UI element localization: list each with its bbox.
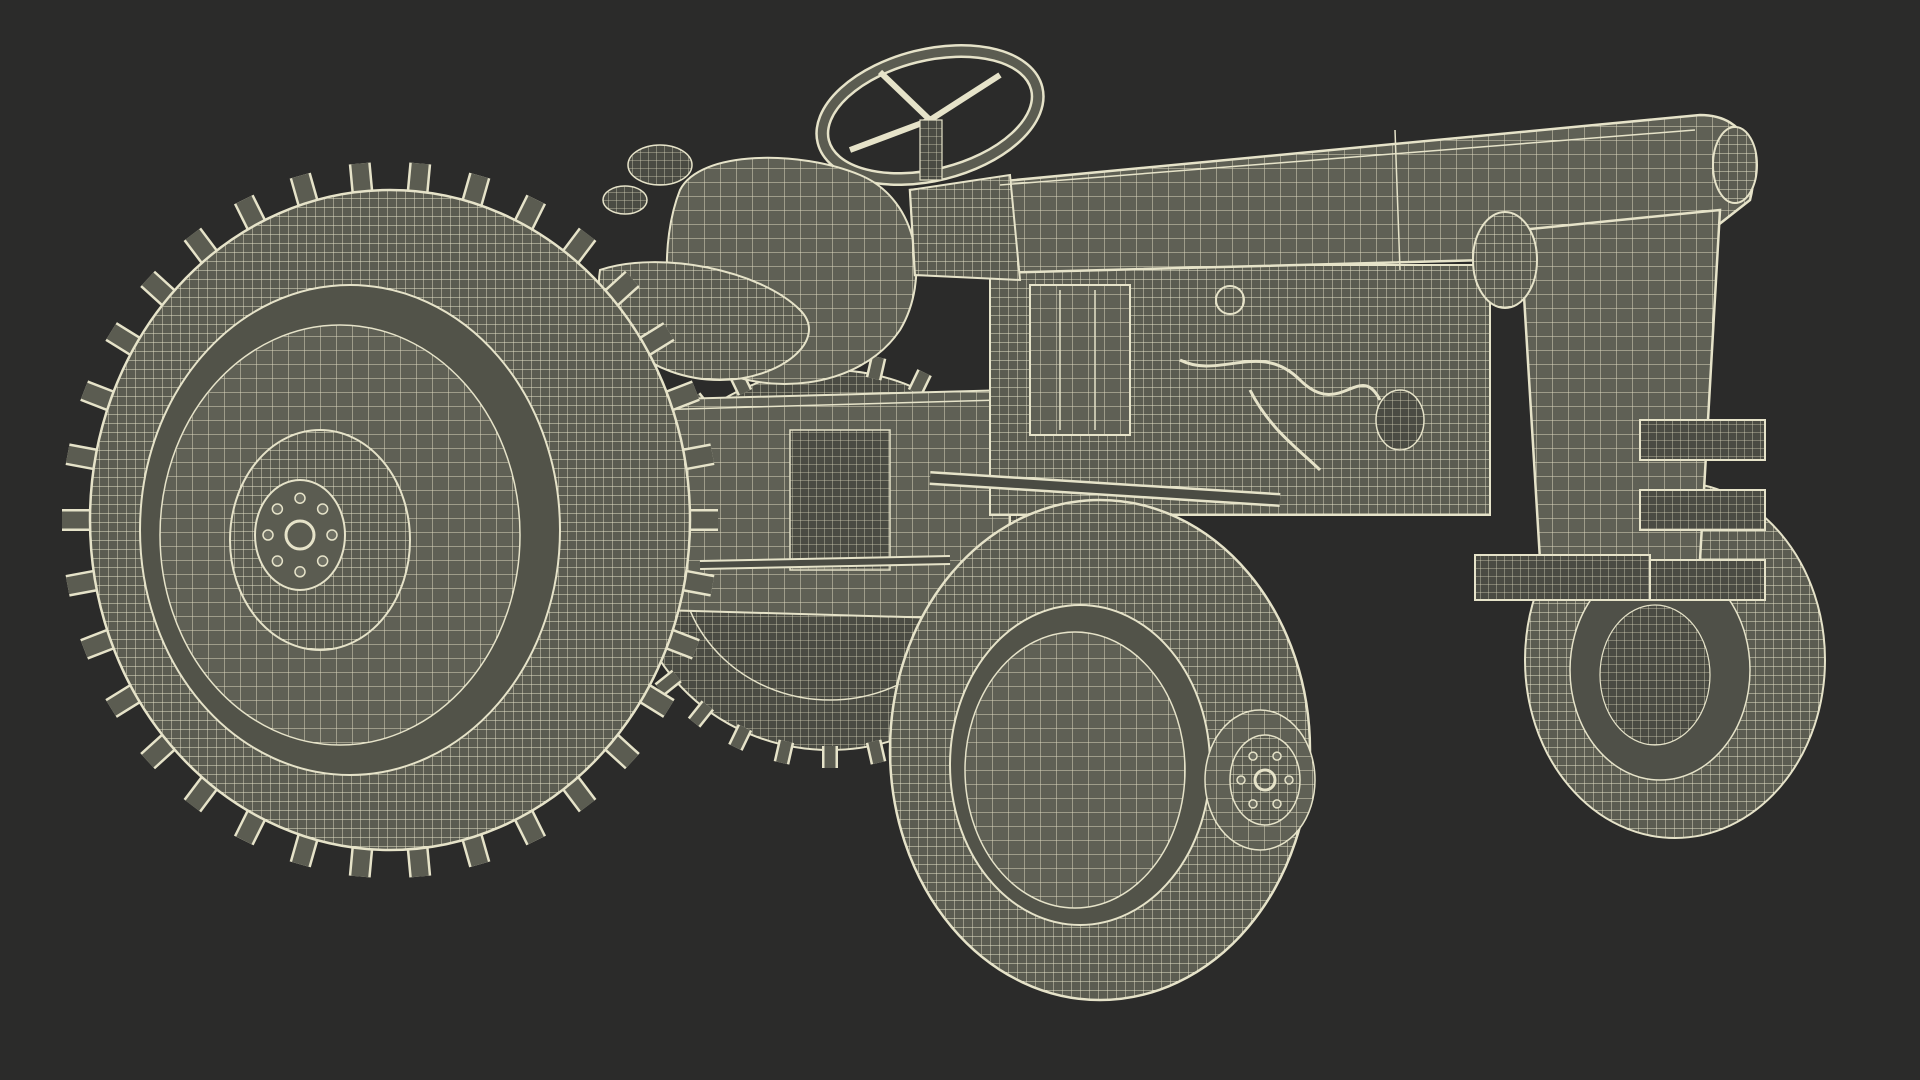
- wheel-bolt: [271, 503, 284, 515]
- wheel-bolt: [294, 492, 306, 504]
- wheel-bolt: [326, 529, 338, 541]
- tractor-wireframe-render: [0, 0, 1920, 1080]
- tire-lug: [776, 740, 792, 765]
- wheel-bolt: [1236, 775, 1246, 785]
- wheel-bolt: [1272, 751, 1282, 761]
- tire-lug: [868, 740, 884, 765]
- wheel-bolt: [271, 555, 284, 567]
- headlight-right: [1712, 126, 1758, 204]
- wheel-bolt: [1248, 799, 1258, 809]
- wheel-bolt: [1284, 775, 1294, 785]
- battery-box: [1029, 284, 1131, 436]
- wheel-bolt: [1272, 799, 1282, 809]
- oil-filter: [1375, 389, 1425, 451]
- front-left-wheel: [888, 498, 1316, 1002]
- wheel-bolt: [1248, 751, 1258, 761]
- wheel-bolt: [262, 529, 274, 541]
- tire-lug: [868, 355, 884, 380]
- wheel-bolt: [316, 555, 329, 567]
- engine-block: [989, 264, 1491, 516]
- wheel-bolt: [294, 566, 306, 578]
- wheel-bolt: [316, 503, 329, 515]
- headlight-left: [1472, 211, 1538, 309]
